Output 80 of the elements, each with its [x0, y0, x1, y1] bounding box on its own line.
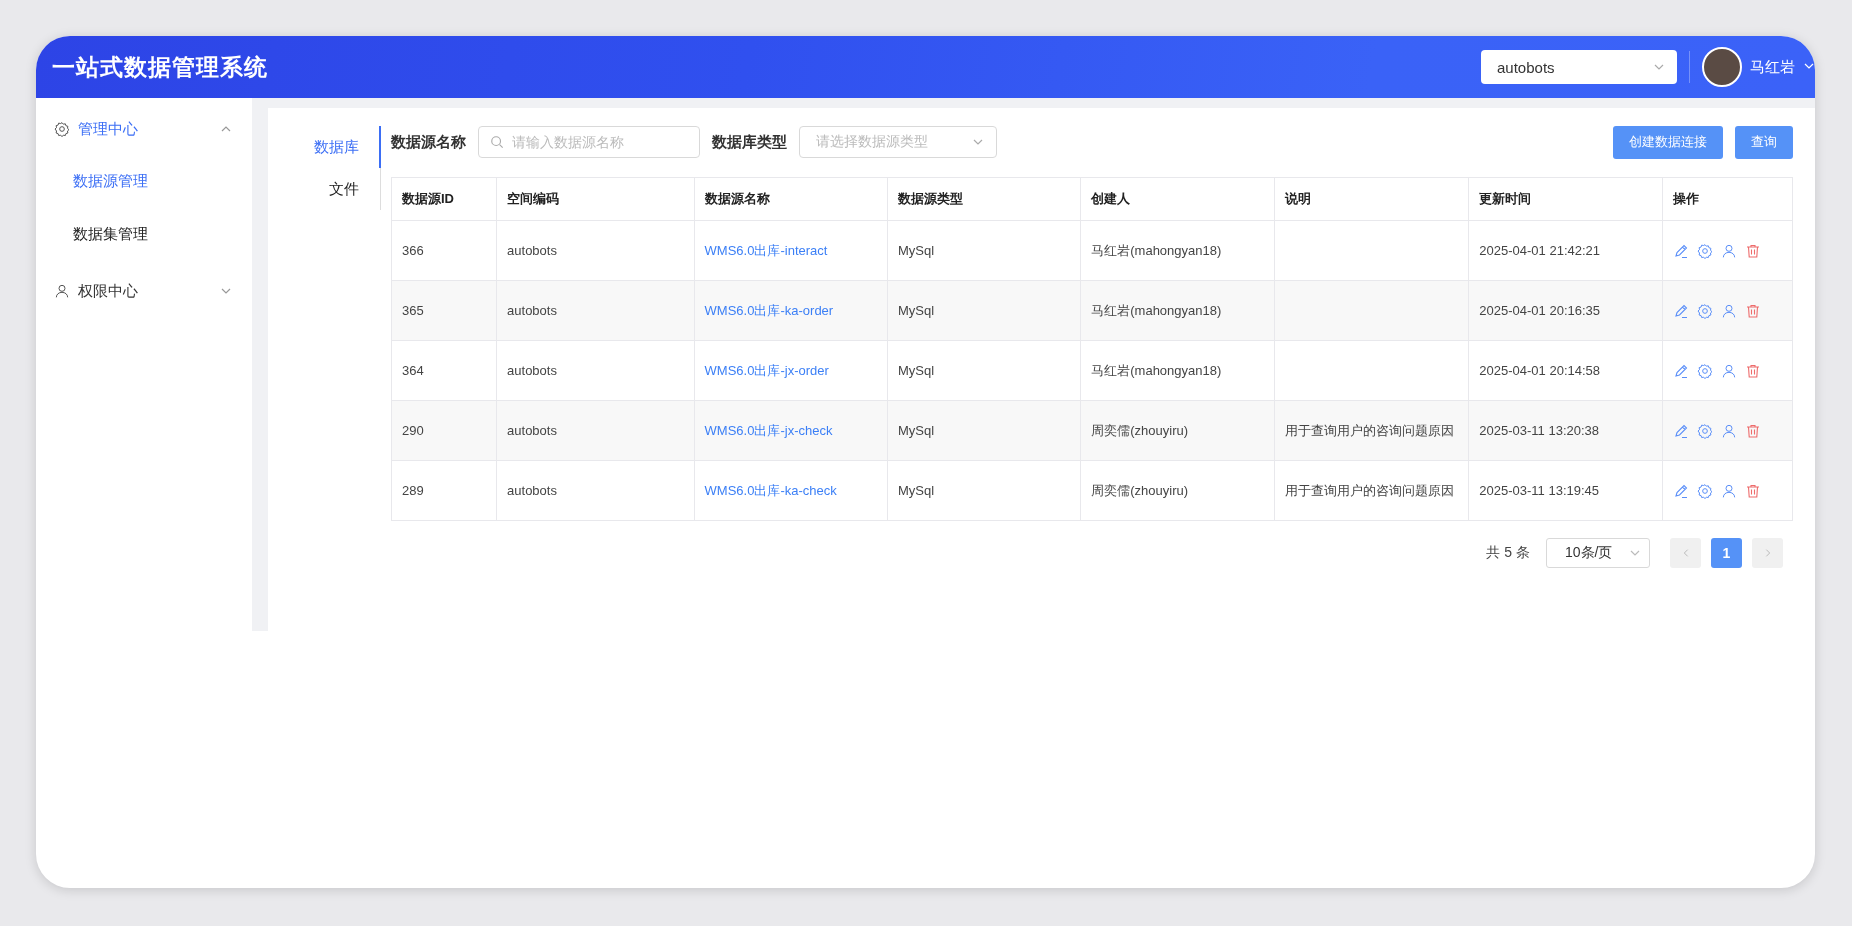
column-header: 说明: [1274, 177, 1469, 221]
user-icon[interactable]: [1720, 242, 1737, 259]
table-cell: MySql: [887, 280, 1081, 341]
trash-icon[interactable]: [1744, 302, 1761, 319]
pencil-icon[interactable]: [1672, 302, 1689, 319]
search-field[interactable]: 请输入数据源名称: [478, 126, 700, 158]
datasource-link[interactable]: WMS6.0出库-ka-check: [704, 482, 837, 498]
column-header: 更新时间: [1468, 177, 1663, 221]
avatar[interactable]: [1702, 47, 1742, 87]
table-cell: 马红岩(mahongyan18): [1080, 340, 1275, 401]
table-cell: 周奕儒(zhouyiru): [1080, 460, 1275, 521]
column-header: 数据源名称: [694, 177, 888, 221]
table-cell: 用于查询用户的咨询问题原因: [1274, 400, 1469, 461]
trash-icon[interactable]: [1744, 242, 1761, 259]
trash-icon[interactable]: [1744, 482, 1761, 499]
table-cell: 2025-03-11 13:19:45: [1468, 460, 1663, 521]
column-header: 数据源ID: [391, 177, 497, 221]
datasource-link[interactable]: WMS6.0出库-jx-check: [704, 422, 833, 438]
table-cell: 289: [391, 460, 497, 521]
table-cell: MySql: [887, 460, 1081, 521]
action-button[interactable]: 创建数据连接: [1613, 125, 1723, 159]
gear-icon[interactable]: [1696, 482, 1713, 499]
trash-icon[interactable]: [1744, 422, 1761, 439]
datasource-link[interactable]: WMS6.0出库-jx-order: [704, 362, 829, 378]
table-cell: 366: [391, 220, 497, 281]
table-cell: MySql: [887, 400, 1081, 461]
table-cell: 290: [391, 400, 497, 461]
table-cell: 周奕儒(zhouyiru): [1080, 400, 1275, 461]
column-header: 操作: [1662, 177, 1793, 221]
column-header: 空间编码: [496, 177, 695, 221]
user-name[interactable]: 马红岩: [1750, 57, 1795, 77]
datasource-link[interactable]: WMS6.0出库-interact: [704, 242, 828, 258]
column-header: 创建人: [1080, 177, 1275, 221]
column-header: 数据源类型: [887, 177, 1081, 221]
gear-icon[interactable]: [1696, 242, 1713, 259]
user-icon[interactable]: [1720, 302, 1737, 319]
table-cell: 2025-04-01 21:42:21: [1468, 220, 1663, 281]
gear-icon[interactable]: [1696, 362, 1713, 379]
sidebar-group[interactable]: 管理中心: [36, 117, 252, 141]
table-cell: 2025-04-01 20:14:58: [1468, 340, 1663, 401]
user-icon[interactable]: [1720, 422, 1737, 439]
filter-label: 数据源名称: [391, 132, 466, 152]
table-cell: autobots: [496, 460, 695, 521]
table-cell: 马红岩(mahongyan18): [1080, 280, 1275, 341]
app-title: 一站式数据管理系统: [52, 52, 268, 82]
table-cell: MySql: [887, 340, 1081, 401]
table-cell: 364: [391, 340, 497, 401]
tab[interactable]: 数据库: [314, 126, 381, 168]
table-cell: 马红岩(mahongyan18): [1080, 220, 1275, 281]
filter-label: 数据库类型: [712, 132, 787, 152]
table-cell: autobots: [496, 280, 695, 341]
table-cell: autobots: [496, 220, 695, 281]
table-cell: autobots: [496, 340, 695, 401]
total-count: 共 5 条: [1486, 544, 1530, 562]
gear-icon: [54, 121, 70, 137]
gear-icon[interactable]: [1696, 422, 1713, 439]
pencil-icon[interactable]: [1672, 482, 1689, 499]
sidebar-group[interactable]: 权限中心: [36, 279, 252, 303]
table-cell: 用于查询用户的咨询问题原因: [1274, 460, 1469, 521]
sidebar-item[interactable]: 数据集管理: [36, 222, 252, 246]
datasource-link[interactable]: WMS6.0出库-ka-order: [704, 302, 834, 318]
workspace-select[interactable]: autobots: [1481, 50, 1677, 84]
tab[interactable]: 文件: [329, 168, 381, 210]
user-icon: [54, 283, 70, 299]
user-icon[interactable]: [1720, 362, 1737, 379]
page-button[interactable]: 1: [1711, 538, 1742, 568]
pencil-icon[interactable]: [1672, 242, 1689, 259]
table-cell: autobots: [496, 400, 695, 461]
gear-icon[interactable]: [1696, 302, 1713, 319]
trash-icon[interactable]: [1744, 362, 1761, 379]
sidebar-item[interactable]: 数据源管理: [36, 169, 252, 193]
table-cell: 2025-03-11 13:20:38: [1468, 400, 1663, 461]
pencil-icon[interactable]: [1672, 422, 1689, 439]
table-cell: 365: [391, 280, 497, 341]
user-icon[interactable]: [1720, 482, 1737, 499]
table-cell: 2025-04-01 20:16:35: [1468, 280, 1663, 341]
table-cell: MySql: [887, 220, 1081, 281]
action-button[interactable]: 查询: [1735, 125, 1793, 159]
page-size-select[interactable]: 10条/页: [1546, 538, 1650, 568]
pencil-icon[interactable]: [1672, 362, 1689, 379]
